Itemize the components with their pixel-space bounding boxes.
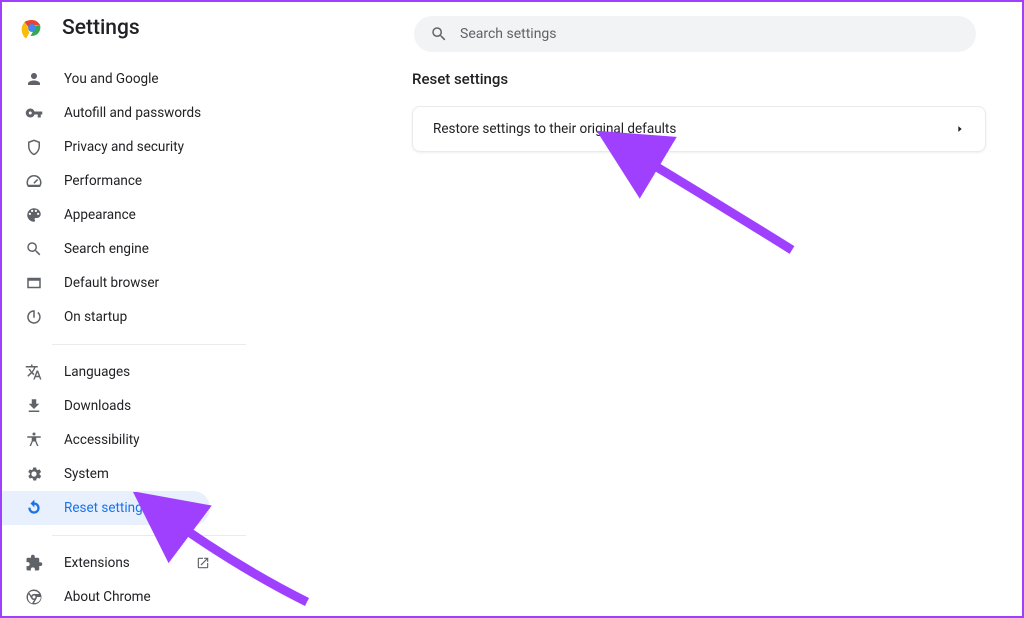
power-icon <box>24 307 44 327</box>
search-icon <box>24 239 44 259</box>
download-icon <box>24 396 44 416</box>
sidebar-item-label: System <box>64 466 210 482</box>
sidebar-item-downloads[interactable]: Downloads <box>2 389 210 423</box>
chrome-outline-icon <box>24 587 44 607</box>
key-icon <box>24 103 44 123</box>
sidebar-item-label: Appearance <box>64 207 210 223</box>
browser-icon <box>24 273 44 293</box>
sidebar-divider <box>52 535 246 536</box>
chevron-right-icon <box>955 124 965 134</box>
sidebar-item-default-browser[interactable]: Default browser <box>2 266 210 300</box>
extension-icon <box>24 553 44 573</box>
sidebar-item-appearance[interactable]: Appearance <box>2 198 210 232</box>
sidebar-item-you-and-google[interactable]: You and Google <box>2 62 210 96</box>
sidebar-item-about-chrome[interactable]: About Chrome <box>2 580 210 614</box>
sidebar-item-privacy[interactable]: Privacy and security <box>2 130 210 164</box>
sidebar-item-label: On startup <box>64 309 210 325</box>
sidebar-item-reset-settings[interactable]: Reset settings <box>2 491 210 525</box>
search-icon <box>430 25 448 43</box>
card-row-label: Restore settings to their original defau… <box>433 121 676 137</box>
sidebar-item-label: Extensions <box>64 555 172 571</box>
sidebar-item-label: Languages <box>64 364 210 380</box>
chrome-logo-icon <box>20 16 44 40</box>
translate-icon <box>24 362 44 382</box>
sidebar-item-label: Accessibility <box>64 432 210 448</box>
sidebar-item-label: Performance <box>64 173 210 189</box>
accessibility-icon <box>24 430 44 450</box>
search-input[interactable] <box>460 26 960 42</box>
sidebar-item-label: About Chrome <box>64 589 210 605</box>
sidebar-item-search-engine[interactable]: Search engine <box>2 232 210 266</box>
settings-sidebar: You and Google Autofill and passwords Pr… <box>2 40 262 604</box>
shield-icon <box>24 137 44 157</box>
page-title: Settings <box>62 16 140 40</box>
sidebar-item-label: You and Google <box>64 71 210 87</box>
main-content: Reset settings Restore settings to their… <box>262 40 1022 604</box>
sidebar-item-label: Autofill and passwords <box>64 105 210 121</box>
sidebar-item-label: Default browser <box>64 275 210 291</box>
sidebar-item-system[interactable]: System <box>2 457 210 491</box>
sidebar-item-accessibility[interactable]: Accessibility <box>2 423 210 457</box>
sidebar-item-performance[interactable]: Performance <box>2 164 210 198</box>
sidebar-item-autofill[interactable]: Autofill and passwords <box>2 96 210 130</box>
person-icon <box>24 69 44 89</box>
reset-icon <box>24 498 44 518</box>
sidebar-item-on-startup[interactable]: On startup <box>2 300 210 334</box>
speedometer-icon <box>24 171 44 191</box>
sidebar-item-extensions[interactable]: Extensions <box>2 546 210 580</box>
section-title: Reset settings <box>412 70 986 88</box>
sidebar-item-languages[interactable]: Languages <box>2 355 210 389</box>
reset-settings-card: Restore settings to their original defau… <box>412 106 986 152</box>
restore-defaults-row[interactable]: Restore settings to their original defau… <box>413 107 985 151</box>
system-icon <box>24 464 44 484</box>
sidebar-item-label: Privacy and security <box>64 139 210 155</box>
sidebar-item-label: Search engine <box>64 241 210 257</box>
external-link-icon <box>196 556 210 570</box>
search-settings-bar[interactable] <box>414 16 976 52</box>
sidebar-item-label: Downloads <box>64 398 210 414</box>
search-settings-container <box>414 16 976 52</box>
sidebar-item-label: Reset settings <box>64 500 210 516</box>
palette-icon <box>24 205 44 225</box>
sidebar-divider <box>52 344 246 345</box>
